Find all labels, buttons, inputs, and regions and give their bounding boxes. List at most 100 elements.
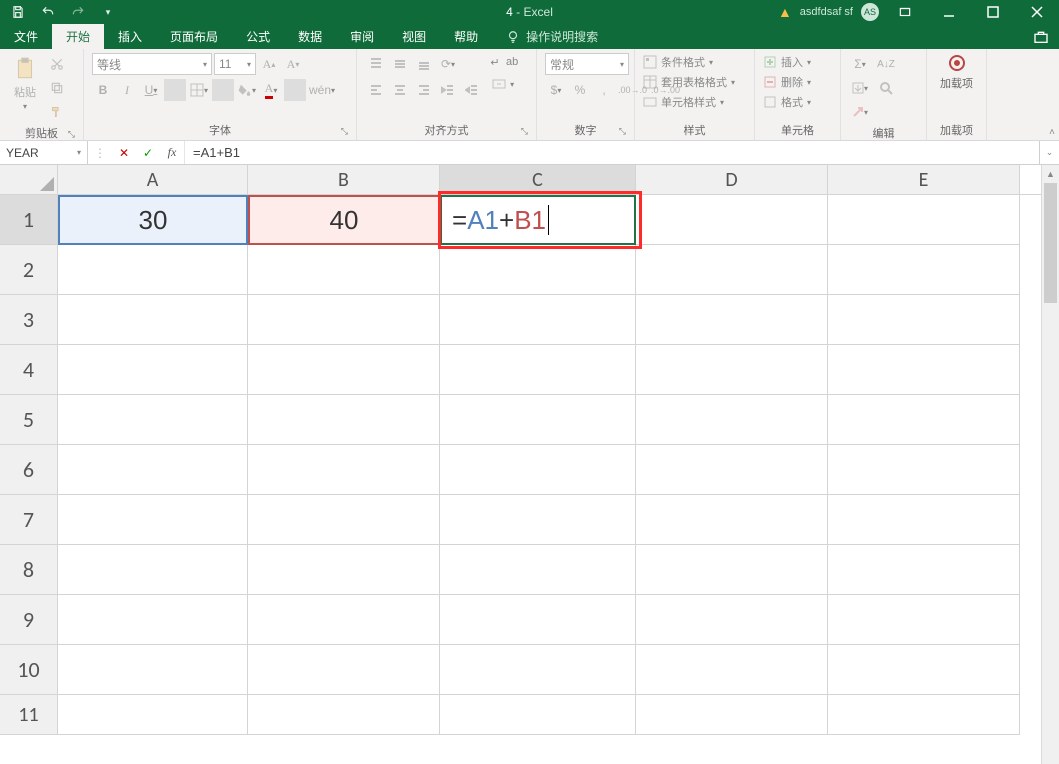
cell-a11[interactable] [58,695,248,735]
align-right-icon[interactable] [413,79,435,101]
cell-d7[interactable] [636,495,828,545]
row-header-11[interactable]: 11 [0,695,58,735]
scroll-thumb[interactable] [1044,183,1057,303]
name-box-dropdown-icon[interactable]: ▾ [77,148,81,157]
align-bottom-icon[interactable] [413,53,435,75]
share-icon[interactable] [1033,29,1049,45]
name-box[interactable]: YEAR ▾ [0,141,88,164]
cell-c2[interactable] [440,245,636,295]
format-cells-button[interactable]: 格式▾ [763,93,811,111]
number-format-combo[interactable]: 常规▾ [545,53,629,75]
accounting-format-icon[interactable]: $▾ [545,79,567,101]
cell-c9[interactable] [440,595,636,645]
collapse-ribbon-icon[interactable]: ˄ [1049,127,1055,138]
cell-d3[interactable] [636,295,828,345]
col-header-a[interactable]: A [58,165,248,194]
underline-button[interactable]: U ▾ [140,79,162,101]
cell-e3[interactable] [828,295,1020,345]
tab-file[interactable]: 文件 [0,24,52,49]
fill-icon[interactable]: ▾ [849,77,871,99]
cell-a3[interactable] [58,295,248,345]
vertical-scrollbar[interactable]: ▲ [1041,165,1059,764]
clear-icon[interactable]: ▾ [849,101,871,123]
cell-d8[interactable] [636,545,828,595]
number-dialog-launcher-icon[interactable]: ⤡ [619,126,626,137]
wrap-text-button[interactable]: ↵ab [487,53,519,71]
cell-d6[interactable] [636,445,828,495]
close-icon[interactable] [1019,0,1055,24]
increase-font-icon[interactable]: A▴ [258,53,280,75]
italic-button[interactable]: I [116,79,138,101]
cell-c3[interactable] [440,295,636,345]
orientation-icon[interactable]: ⟳▾ [437,53,459,75]
cell-d5[interactable] [636,395,828,445]
align-top-icon[interactable] [365,53,387,75]
tab-help[interactable]: 帮助 [440,24,492,49]
select-all-corner[interactable] [0,165,58,194]
font-name-combo[interactable]: 等线▾ [92,53,212,75]
col-header-e[interactable]: E [828,165,1020,194]
paste-button[interactable]: 粘贴 ▾ [8,53,42,113]
ribbon-display-options-icon[interactable] [887,0,923,24]
cell-c11[interactable] [440,695,636,735]
cell-e2[interactable] [828,245,1020,295]
row-header-10[interactable]: 10 [0,645,58,695]
cell-e5[interactable] [828,395,1020,445]
cell-e7[interactable] [828,495,1020,545]
row-header-6[interactable]: 6 [0,445,58,495]
insert-cells-button[interactable]: 插入▾ [763,53,811,71]
col-header-b[interactable]: B [248,165,440,194]
font-dialog-launcher-icon[interactable]: ⤡ [341,126,348,137]
cell-c6[interactable] [440,445,636,495]
clipboard-dialog-launcher-icon[interactable]: ⤡ [68,129,75,140]
row-header-3[interactable]: 3 [0,295,58,345]
cell-b9[interactable] [248,595,440,645]
row-header-9[interactable]: 9 [0,595,58,645]
find-select-icon[interactable] [875,77,897,99]
addins-icon[interactable] [947,53,967,73]
delete-cells-button[interactable]: 删除▾ [763,73,811,91]
row-header-1[interactable]: 1 [0,195,58,245]
cell-b7[interactable] [248,495,440,545]
percent-format-icon[interactable]: % [569,79,591,101]
formula-input[interactable]: =A1+B1 [185,141,1039,164]
scroll-up-icon[interactable]: ▲ [1042,165,1059,183]
decrease-font-icon[interactable]: A▾ [282,53,304,75]
cell-e10[interactable] [828,645,1020,695]
cell-e6[interactable] [828,445,1020,495]
row-header-4[interactable]: 4 [0,345,58,395]
autosum-icon[interactable]: Σ▾ [849,53,871,75]
row-header-7[interactable]: 7 [0,495,58,545]
align-center-icon[interactable] [389,79,411,101]
cell-a10[interactable] [58,645,248,695]
cell-c5[interactable] [440,395,636,445]
cell-d1[interactable] [636,195,828,245]
cell-a8[interactable] [58,545,248,595]
decrease-indent-icon[interactable] [437,79,459,101]
bold-button[interactable]: B [92,79,114,101]
cell-e1[interactable] [828,195,1020,245]
undo-icon[interactable] [36,2,60,22]
cell-e8[interactable] [828,545,1020,595]
cell-b2[interactable] [248,245,440,295]
qat-customize-icon[interactable]: ▾ [96,2,120,22]
comma-format-icon[interactable]: , [593,79,615,101]
cell-a6[interactable] [58,445,248,495]
cell-a2[interactable] [58,245,248,295]
font-color-icon[interactable]: A ▾ [260,79,282,101]
conditional-formatting-button[interactable]: 条件格式▾ [643,53,713,71]
cell-c1[interactable]: =A1+B1 [440,195,636,245]
warning-icon[interactable]: ▲ [778,4,792,20]
cell-a7[interactable] [58,495,248,545]
merge-center-button[interactable]: ▾ [487,75,519,93]
save-icon[interactable] [6,2,30,22]
font-size-combo[interactable]: 11▾ [214,53,256,75]
cell-e4[interactable] [828,345,1020,395]
col-header-c[interactable]: C [440,165,636,194]
cell-b1[interactable]: 40 [248,195,440,245]
increase-indent-icon[interactable] [461,79,483,101]
redo-icon[interactable] [66,2,90,22]
cell-c8[interactable] [440,545,636,595]
cell-d4[interactable] [636,345,828,395]
copy-icon[interactable] [46,77,68,99]
